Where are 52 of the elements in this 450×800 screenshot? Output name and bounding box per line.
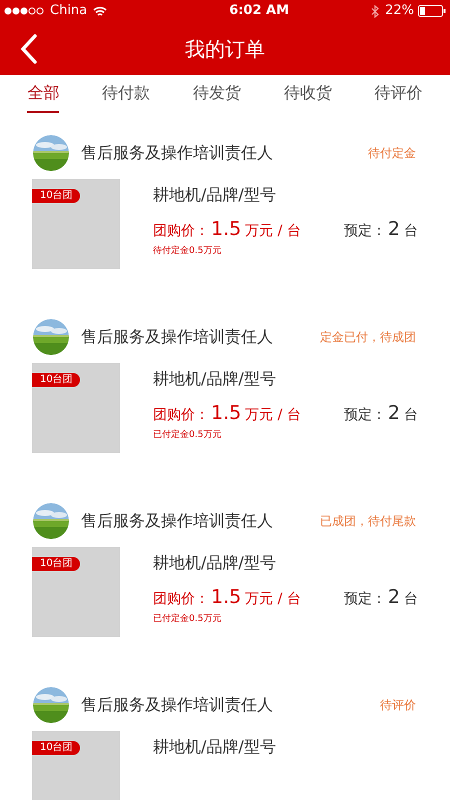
reserve-quantity: 2 [388,585,400,610]
battery-icon [418,5,446,17]
product-name: 耕地机/品牌/型号 [153,552,277,574]
order-status: 待评价 [380,697,416,714]
deposit-note: 待付定金0.5万元 [153,244,222,258]
bluetooth-icon [371,4,380,18]
reserve-unit: 台 [404,590,418,609]
deposit-note: 已付定金0.5万元 [153,428,222,442]
order-tab[interactable]: 待收货 [284,75,332,113]
price-unit: 万元 / 台 [245,222,301,241]
wifi-icon [93,6,108,16]
order-tab[interactable]: 待评价 [374,75,423,113]
order-status: 已成团，待付尾款 [320,513,416,530]
reserve-label: 预定： [344,590,386,609]
seller-name: 售后服务及操作培训责任人 [81,510,273,532]
group-badge: 10台团 [32,557,80,571]
reserve-quantity: 2 [388,401,400,426]
page-title: 我的订单 [185,36,265,62]
carrier-name: China [50,2,88,20]
seller-name: 售后服务及操作培训责任人 [81,142,273,164]
back-icon [20,34,38,64]
price-unit: 万元 / 台 [245,406,301,425]
reserve-quantity: 2 [388,217,400,242]
order-tab[interactable]: 待付款 [102,75,150,113]
seller-name: 售后服务及操作培训责任人 [81,694,273,716]
battery-percent: 22% [385,2,414,20]
reserve-label: 预定： [344,406,386,425]
product-name: 耕地机/品牌/型号 [153,184,277,206]
product-name: 耕地机/品牌/型号 [153,368,277,390]
product-name: 耕地机/品牌/型号 [153,736,277,758]
reserve-unit: 台 [404,222,418,241]
order-tab[interactable]: 全部 [27,75,60,113]
group-badge: 10台团 [32,741,80,755]
price-label: 团购价： [153,222,209,241]
reserve-label: 预定： [344,222,386,241]
order-status: 定金已付，待成团 [320,329,416,346]
clock-time: 6:02 AM [228,2,290,20]
order-tab[interactable]: 待发货 [192,75,241,113]
price-unit: 万元 / 台 [245,590,301,609]
group-badge: 10台团 [32,189,80,203]
back-button[interactable] [18,34,40,64]
reserve-unit: 台 [404,406,418,425]
price-label: 团购价： [153,590,209,609]
deposit-note: 已付定金0.5万元 [153,612,222,626]
price-value: 1.5 [211,401,242,426]
order-status: 待付定金 [368,145,416,162]
price-value: 1.5 [211,217,242,242]
price-value: 1.5 [211,585,242,610]
price-label: 团购价： [153,406,209,425]
seller-name: 售后服务及操作培训责任人 [81,326,273,348]
group-badge: 10台团 [32,373,80,387]
signal-icon [4,7,44,15]
